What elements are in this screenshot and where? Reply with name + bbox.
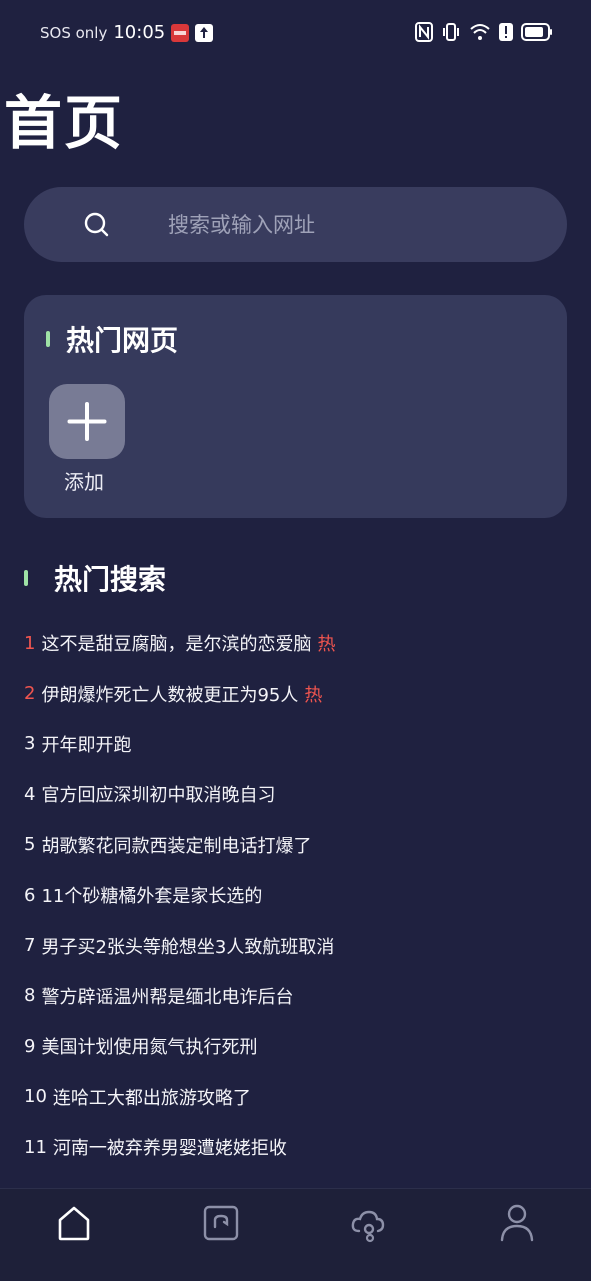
status-bar: SOS only 10:05 — [0, 0, 591, 66]
hot-search-rank: 11 — [24, 1136, 47, 1158]
hot-search-text: 美国计划使用氮气执行死刑 — [41, 1037, 258, 1059]
home-icon — [58, 1206, 90, 1241]
hot-search-item[interactable]: 7 男子买2张头等舱想坐3人致航班取消 — [24, 920, 584, 970]
nav-tabs-button[interactable] — [198, 1199, 246, 1247]
app-notification-icon — [171, 23, 190, 42]
vibrate-icon — [441, 22, 461, 46]
hot-search-text: 11个砂糖橘外套是家长选的 — [41, 886, 263, 908]
hot-search-item[interactable]: 2 伊朗爆炸死亡人数被更正为95人热 — [24, 668, 584, 718]
hot-search-rank: 4 — [24, 783, 36, 805]
nav-profile-button[interactable] — [493, 1199, 541, 1247]
section-accent-bar — [24, 570, 28, 586]
carrier-text: SOS only — [40, 23, 108, 42]
hot-search-text: 河南一被弃养男婴遭姥姥拒收 — [52, 1138, 287, 1160]
hot-search-list: 1 这不是甜豆腐脑，是尔滨的恋爱脑热 2 伊朗爆炸死亡人数被更正为95人热 3 开年即开跑… — [24, 618, 584, 1188]
tabs-icon — [203, 1205, 239, 1241]
hot-badge: 热 — [317, 634, 336, 656]
hot-search-rank: 9 — [24, 1035, 36, 1057]
hot-search-item[interactable]: 6 11个砂糖橘外套是家长选的 — [24, 870, 584, 920]
hot-search-rank: 1 — [24, 632, 36, 654]
hot-search-text: 男子买2张头等舱想坐3人致航班取消 — [41, 936, 335, 958]
battery-icon — [521, 23, 553, 45]
hot-search-text: 警方辟谣温州帮是缅北电诈后台 — [41, 986, 294, 1008]
hot-search-text: 开年即开跑 — [41, 734, 132, 756]
page-title: 首页 — [4, 89, 125, 157]
hot-search-rank: 2 — [24, 683, 36, 705]
hot-search-item[interactable]: 5 胡歌繁花同款西装定制电话打爆了 — [24, 820, 584, 870]
bottom-nav — [0, 1188, 591, 1281]
nav-weather-button[interactable] — [345, 1199, 393, 1247]
hot-search-item[interactable]: 11 河南一被弃养男婴遭姥姥拒收 — [24, 1122, 584, 1172]
hot-search-item[interactable]: 10 连哈工大都出旅游攻略了 — [24, 1072, 584, 1122]
profile-icon — [500, 1204, 534, 1242]
search-icon[interactable] — [84, 212, 110, 242]
hot-search-item[interactable]: 1 这不是甜豆腐脑，是尔滨的恋爱脑热 — [24, 618, 584, 668]
hot-searches-title: 热门搜索 — [54, 563, 167, 596]
hot-search-rank: 7 — [24, 935, 36, 957]
nav-home-button[interactable] — [50, 1199, 98, 1247]
hot-search-text: 胡歌繁花同款西装定制电话打爆了 — [41, 835, 312, 857]
add-site-label[interactable]: 添加 — [64, 466, 104, 495]
plus-icon — [67, 402, 107, 441]
hot-search-rank: 10 — [24, 1086, 47, 1108]
clock: 10:05 — [113, 22, 166, 43]
hot-search-item[interactable]: 12哈尔滨爆火官方坦言已准备一年 — [24, 1172, 584, 1188]
section-accent-bar — [46, 331, 50, 347]
hot-search-rank: 6 — [24, 884, 36, 906]
hot-search-rank: 3 — [24, 733, 36, 755]
nfc-icon — [415, 22, 433, 46]
hot-search-text: 伊朗爆炸死亡人数被更正为95人 — [41, 684, 299, 706]
hot-search-rank: 5 — [24, 834, 36, 856]
hot-search-item[interactable]: 4 官方回应深圳初中取消晚自习 — [24, 769, 584, 819]
hot-search-text: 这不是甜豆腐脑，是尔滨的恋爱脑 — [41, 634, 312, 656]
weather-icon — [351, 1210, 385, 1243]
hot-search-item[interactable]: 9 美国计划使用氮气执行死刑 — [24, 1021, 584, 1071]
search-input[interactable]: 搜索或输入网址 — [168, 209, 315, 239]
hot-search-text: 官方回应深圳初中取消晚自习 — [41, 785, 276, 807]
wifi-icon — [469, 23, 491, 45]
hot-search-item[interactable]: 8 警方辟谣温州帮是缅北电诈后台 — [24, 971, 584, 1021]
hot-search-item[interactable]: 3 开年即开跑 — [24, 719, 584, 769]
hot-badge: 热 — [304, 684, 323, 706]
alert-icon — [499, 23, 513, 45]
hot-search-text: 连哈工大都出旅游攻略了 — [52, 1087, 251, 1109]
add-site-button[interactable] — [49, 384, 125, 459]
hot-search-rank: 8 — [24, 985, 36, 1007]
hot-pages-title: 热门网页 — [66, 324, 179, 357]
upload-icon — [195, 23, 214, 42]
